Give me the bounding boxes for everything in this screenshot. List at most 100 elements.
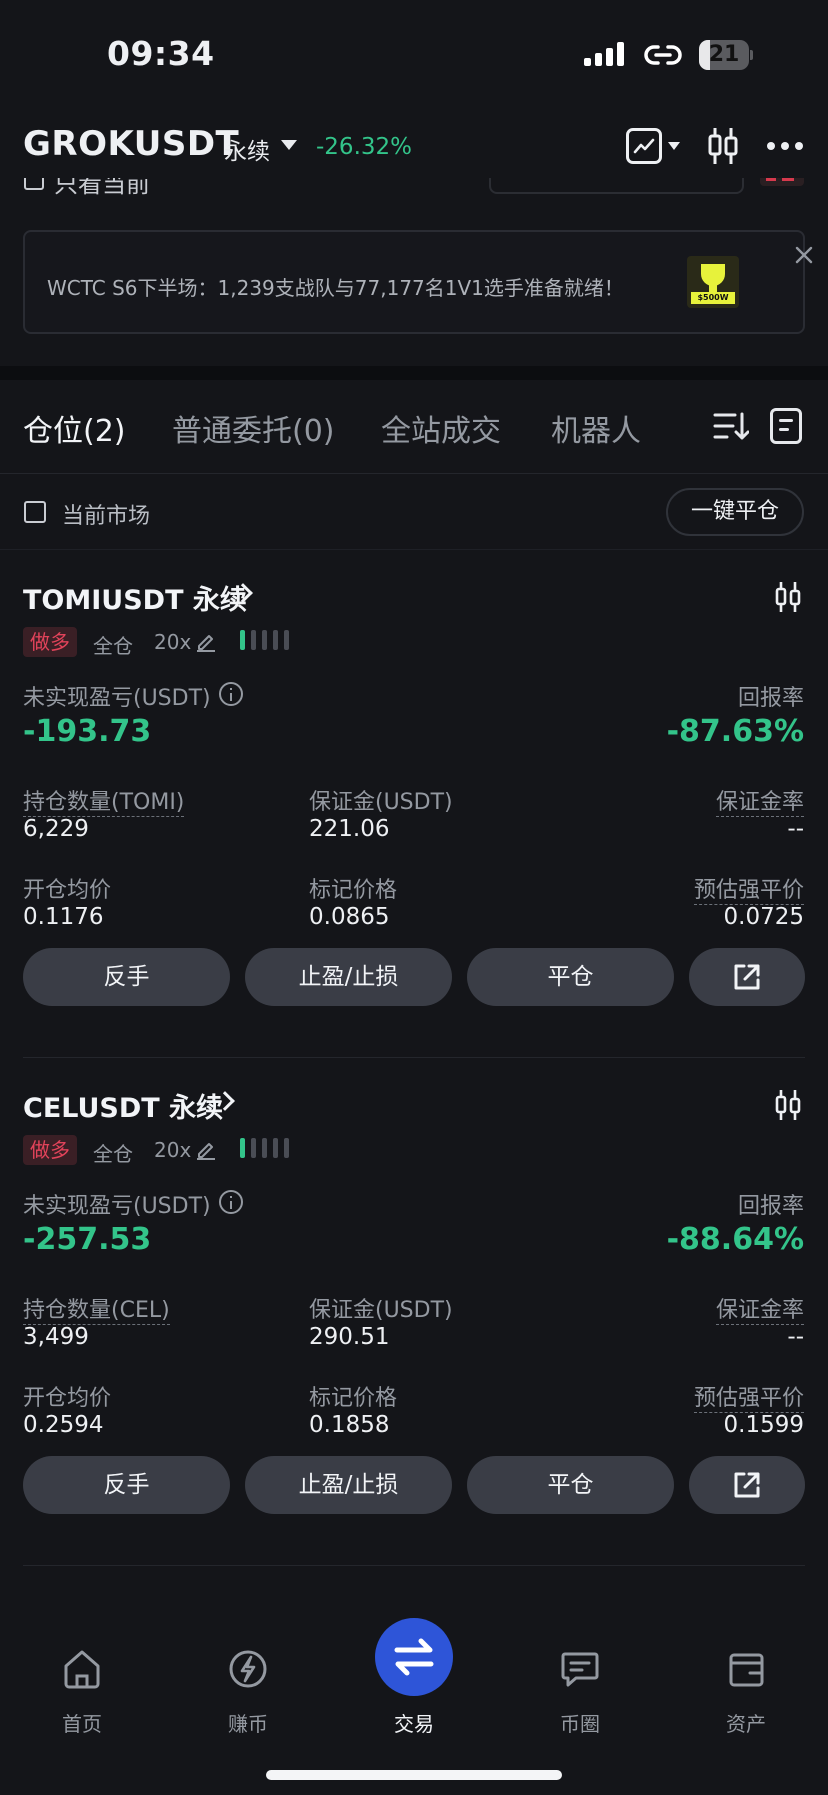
bottom-nav: 首页 赚币 交易 币圈 资产 — [0, 1600, 828, 1795]
pair-title[interactable]: GROKUSDT — [23, 124, 239, 164]
position-symbol[interactable]: CELUSDT 永续 — [23, 1086, 223, 1125]
trade-icon[interactable] — [375, 1618, 453, 1696]
more-icon[interactable] — [767, 142, 803, 150]
margin-mode: 全仓 — [93, 1142, 133, 1166]
entry-price-label: 开仓均价 — [23, 1386, 112, 1411]
mark-price-value: 0.0865 — [309, 904, 390, 930]
edit-icon[interactable] — [195, 1138, 217, 1160]
share-button[interactable] — [689, 948, 805, 1006]
reverse-button[interactable]: 反手 — [23, 948, 230, 1006]
link-icon — [644, 45, 682, 65]
position-qty-label: 持仓数量(CEL) — [23, 1292, 170, 1325]
sort-icon[interactable] — [713, 410, 749, 442]
position-qty-value: 3,499 — [23, 1324, 89, 1350]
nav-earn-label: 赚币 — [228, 1712, 268, 1736]
current-market-checkbox[interactable] — [24, 501, 46, 523]
nav-earn[interactable]: 赚币 — [198, 1648, 298, 1738]
card-divider — [23, 1565, 805, 1566]
close-position-button[interactable]: 平仓 — [467, 1456, 674, 1514]
clipped-checkbox[interactable] — [24, 178, 44, 190]
unrealized-pnl-value: -193.73 — [23, 714, 152, 749]
positions-tabs: 仓位(2) 普通委托(0) 全站成交 机器人 — [0, 380, 828, 474]
position-card: TOMIUSDT 永续 做多 全仓 20x 未实现盈亏(USDT) -193.73 回报率 -… — [0, 550, 828, 1058]
banner-trophy-image: $500W — [687, 256, 739, 308]
roe-label: 回报率 — [737, 686, 804, 711]
leverage[interactable]: 20x — [154, 1138, 191, 1162]
liquidation-price-value: 0.1599 — [723, 1412, 804, 1438]
earn-icon — [229, 1650, 267, 1688]
clipped-controls-row: 只看当前 — [0, 178, 828, 200]
clipped-input[interactable] — [489, 178, 744, 194]
banner-text: WCTC S6下半场：1,239支战队与77,177名1V1选手准备就绪！ — [47, 276, 624, 300]
nav-home-label: 首页 — [62, 1712, 102, 1736]
contract-type[interactable]: 永续 — [224, 132, 270, 166]
chart-icon[interactable] — [626, 128, 662, 164]
edit-icon[interactable] — [195, 630, 217, 652]
margin-ratio-label: 保证金率 — [715, 1292, 804, 1325]
margin-label: 保证金(USDT) — [309, 1298, 453, 1323]
position-symbol[interactable]: TOMIUSDT 永续 — [23, 578, 247, 617]
status-time: 09:34 — [107, 34, 215, 73]
filter-row: 当前市场 一键平仓 — [0, 474, 828, 550]
cellular-signal-icon — [584, 42, 626, 66]
margin-ratio-value: -- — [787, 816, 804, 842]
reverse-button[interactable]: 反手 — [23, 1456, 230, 1514]
liquidation-price-label: 预估强平价 — [693, 1380, 804, 1413]
nav-trade-label: 交易 — [394, 1712, 434, 1736]
flag-icon — [760, 178, 804, 186]
margin-ratio-label: 保证金率 — [715, 784, 804, 817]
share-button[interactable] — [689, 1456, 805, 1514]
price-change: -26.32% — [316, 134, 412, 160]
candlestick-icon[interactable] — [773, 580, 803, 614]
nav-community-label: 币圈 — [560, 1712, 600, 1736]
pair-header: GROKUSDT 永续 -26.32% — [0, 118, 828, 178]
candlestick-icon[interactable] — [707, 126, 739, 166]
home-indicator — [266, 1770, 562, 1780]
close-all-button[interactable]: 一键平仓 — [666, 488, 804, 536]
banner-prize-label: $500W — [697, 293, 729, 302]
margin-value: 290.51 — [309, 1324, 390, 1350]
pair-dropdown-caret-icon[interactable] — [281, 140, 297, 150]
candlestick-icon[interactable] — [773, 1088, 803, 1122]
unrealized-pnl-label: 未实现盈亏(USDT) — [23, 1194, 211, 1219]
nav-community[interactable]: 币圈 — [530, 1648, 630, 1738]
entry-price-label: 开仓均价 — [23, 878, 112, 903]
nav-assets[interactable]: 资产 — [696, 1648, 796, 1738]
tab-open-orders[interactable]: 普通委托(0) — [172, 406, 335, 450]
info-icon[interactable] — [219, 1190, 243, 1214]
risk-level-indicator — [240, 630, 296, 654]
liquidation-price-value: 0.0725 — [723, 904, 804, 930]
home-icon — [64, 1650, 100, 1689]
tab-trades[interactable]: 全站成交 — [381, 406, 501, 450]
promo-banner[interactable]: WCTC S6下半场：1,239支战队与77,177名1V1选手准备就绪！ $5… — [23, 230, 813, 334]
tp-sl-button[interactable]: 止盈/止损 — [245, 1456, 452, 1514]
close-icon[interactable] — [795, 246, 813, 264]
section-divider — [0, 366, 828, 380]
margin-ratio-value: -- — [787, 1324, 804, 1350]
entry-price-value: 0.1176 — [23, 904, 104, 930]
info-icon[interactable] — [219, 682, 243, 706]
margin-label: 保证金(USDT) — [309, 790, 453, 815]
position-qty-label: 持仓数量(TOMI) — [23, 784, 185, 817]
clipped-label: 只看当前 — [54, 178, 150, 198]
risk-level-indicator — [240, 1138, 296, 1162]
share-icon — [734, 964, 760, 990]
entry-price-value: 0.2594 — [23, 1412, 104, 1438]
order-history-icon[interactable] — [770, 408, 802, 444]
battery-icon: 21 — [699, 40, 753, 70]
side-badge: 做多 — [23, 627, 77, 657]
battery-level: 21 — [708, 42, 740, 67]
nav-home[interactable]: 首页 — [32, 1648, 132, 1738]
tp-sl-button[interactable]: 止盈/止损 — [245, 948, 452, 1006]
leverage[interactable]: 20x — [154, 630, 191, 654]
mark-price-label: 标记价格 — [309, 878, 398, 903]
tab-bots[interactable]: 机器人 — [551, 406, 641, 450]
margin-mode: 全仓 — [93, 634, 133, 658]
chart-dropdown-caret-icon[interactable] — [668, 142, 680, 150]
liquidation-price-label: 预估强平价 — [693, 872, 804, 905]
close-position-button[interactable]: 平仓 — [467, 948, 674, 1006]
position-qty-value: 6,229 — [23, 816, 89, 842]
roe-value: -87.63% — [666, 714, 804, 749]
tab-positions[interactable]: 仓位(2) — [23, 406, 126, 450]
roe-value: -88.64% — [666, 1222, 804, 1257]
